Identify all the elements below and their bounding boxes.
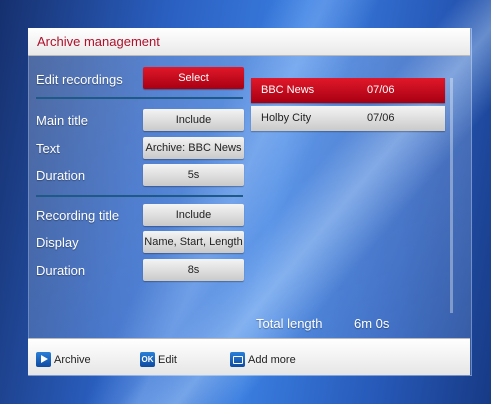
page-title: Archive management xyxy=(37,34,160,49)
edit-recordings-select-button[interactable]: Select xyxy=(143,67,244,89)
edit-hint[interactable]: OK Edit xyxy=(140,352,177,367)
recording-date: 07/06 xyxy=(367,84,395,96)
archive-hint[interactable]: Archive xyxy=(36,352,91,367)
add-more-hint[interactable]: Add more xyxy=(230,352,296,367)
add-more-hint-label: Add more xyxy=(248,353,296,366)
footer-bar: Archive OK Edit Add more xyxy=(28,338,470,375)
main-duration-option[interactable]: 5s xyxy=(143,164,244,186)
divider-top xyxy=(36,97,243,99)
recording-date: 07/06 xyxy=(367,112,395,124)
total-length-label: Total length xyxy=(256,316,323,331)
recording-row[interactable]: BBC News 07/06 xyxy=(251,78,445,103)
recording-duration-label: Duration xyxy=(36,263,86,278)
recording-name: Holby City xyxy=(261,112,312,124)
list-scrollbar[interactable] xyxy=(450,78,453,313)
edit-recordings-label: Edit recordings xyxy=(36,72,123,87)
recording-title-label: Recording title xyxy=(36,208,120,223)
recording-row[interactable]: Holby City 07/06 xyxy=(251,106,445,131)
recording-title-option[interactable]: Include xyxy=(143,204,244,226)
text-label: Text xyxy=(36,141,60,156)
archive-hint-label: Archive xyxy=(54,353,91,366)
display-label: Display xyxy=(36,235,79,250)
subtitle-icon xyxy=(230,352,245,367)
recordings-list: BBC News 07/06 Holby City 07/06 xyxy=(251,78,445,134)
total-length-value: 6m 0s xyxy=(354,316,390,331)
main-title-label: Main title xyxy=(36,113,89,128)
ok-icon: OK xyxy=(140,352,155,367)
main-duration-label: Duration xyxy=(36,168,86,183)
recording-duration-option[interactable]: 8s xyxy=(143,259,244,281)
recording-name: BBC News xyxy=(261,84,315,96)
text-field[interactable]: Archive: BBC News xyxy=(143,137,244,159)
edit-hint-label: Edit xyxy=(158,353,177,366)
play-icon xyxy=(36,352,51,367)
main-title-option[interactable]: Include xyxy=(143,109,244,131)
divider-middle xyxy=(36,195,243,197)
display-option[interactable]: Name, Start, Length xyxy=(143,231,244,253)
title-bar: Archive management xyxy=(28,28,470,56)
